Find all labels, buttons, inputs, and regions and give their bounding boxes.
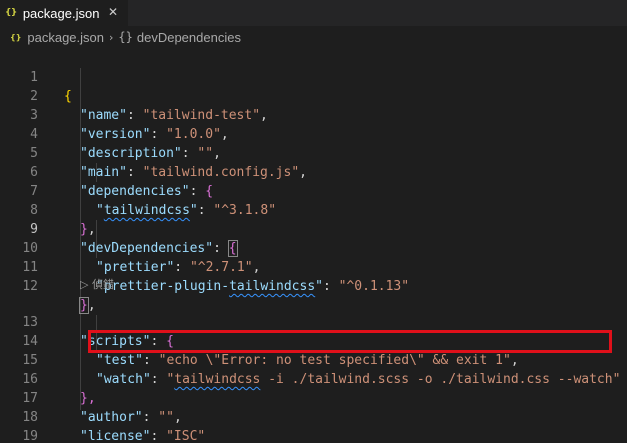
spelling-squiggle: tailwindcss bbox=[229, 279, 316, 294]
code-line: 10 "prettier": "^2.7.1", bbox=[0, 220, 627, 275]
close-icon[interactable]: ✕ bbox=[108, 5, 118, 19]
code-line: 5 "main": "tailwind.config.js", bbox=[0, 125, 627, 180]
code-line: 1 { bbox=[0, 49, 627, 104]
breadcrumb: {} package.json › {} devDependencies bbox=[0, 26, 627, 48]
code-line: 6 "dependencies": { bbox=[0, 144, 627, 199]
chevron-right-icon: › bbox=[109, 30, 114, 44]
code-line: 4 "description": "", bbox=[0, 106, 627, 161]
tab-label: package.json bbox=[22, 5, 100, 21]
code-line: 13 "scripts": { bbox=[0, 294, 627, 349]
code-line: 3 "version": "1.0.0", bbox=[0, 87, 627, 142]
code-editor[interactable]: 1 { 2 "name": "tailwind-test", 3 "versio… bbox=[0, 49, 627, 443]
code-line: 20 bbox=[0, 427, 627, 443]
json-file-icon: {} bbox=[5, 8, 17, 18]
code-line: 19 } bbox=[0, 408, 627, 443]
json-file-icon: {} bbox=[10, 32, 22, 42]
code-line: 17 "author": "", bbox=[0, 370, 627, 425]
breadcrumb-file[interactable]: package.json bbox=[27, 30, 104, 45]
object-symbol-icon: {} bbox=[118, 30, 133, 44]
tab-bar: {} package.json ✕ bbox=[0, 0, 627, 26]
debug-codelens[interactable]: ▷ 偵錯 bbox=[80, 275, 114, 294]
key-part: "prettier-plugin- bbox=[96, 279, 230, 294]
quote: " bbox=[315, 279, 323, 294]
code-line: 18 "license": "ISC" bbox=[0, 389, 627, 443]
code-line: 7 "tailwindcss": "^3.1.8" bbox=[0, 163, 627, 218]
colon: : bbox=[322, 279, 339, 294]
code-line: 11 "prettier-plugin-tailwindcss": "^0.1.… bbox=[0, 239, 627, 294]
annotation-highlight-box bbox=[88, 330, 612, 353]
json-string: "^0.1.13" bbox=[338, 279, 410, 294]
code-line: 2 "name": "tailwind-test", bbox=[0, 68, 627, 123]
code-line: 16 }, bbox=[0, 351, 627, 406]
breadcrumb-symbol[interactable]: devDependencies bbox=[137, 30, 241, 45]
code-line: 9 "devDependencies": { bbox=[0, 201, 627, 257]
code-line: 8 }, bbox=[0, 182, 627, 237]
tab-package-json[interactable]: {} package.json ✕ bbox=[0, 0, 128, 26]
json-key: "prettier-plugin-tailwindcss" bbox=[96, 279, 323, 294]
